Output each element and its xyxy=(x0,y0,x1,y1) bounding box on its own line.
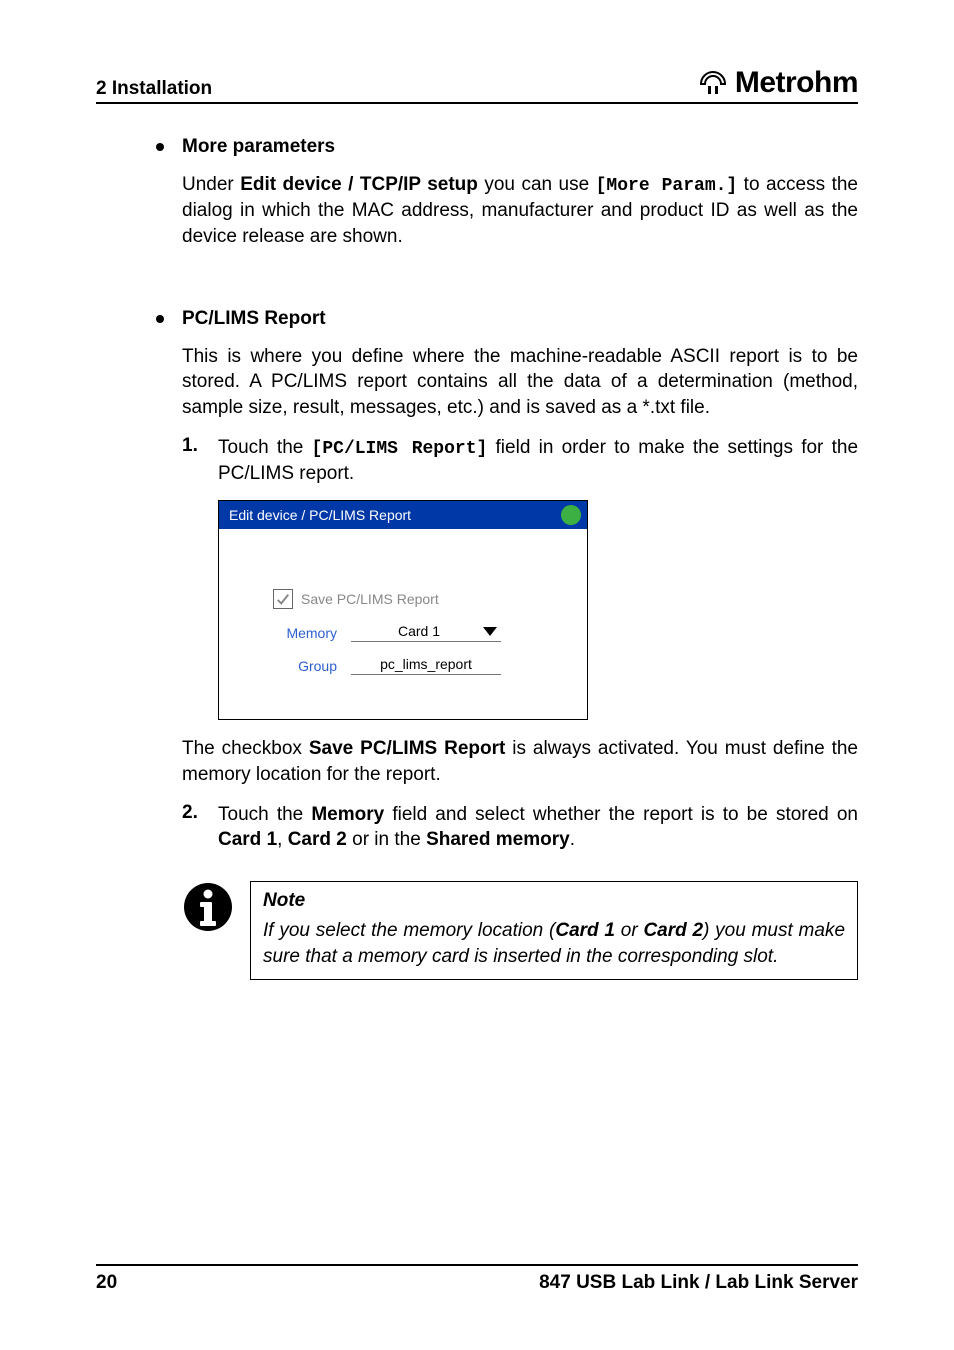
note-block: Note If you select the memory location (… xyxy=(182,881,858,980)
page-number: 20 xyxy=(96,1272,117,1294)
bullet-title-more-parameters: More parameters xyxy=(182,136,335,158)
text-bold: Card 2 xyxy=(288,829,347,850)
text-fragment: If you select the memory location ( xyxy=(263,920,555,941)
group-value: pc_lims_report xyxy=(380,656,472,672)
text-fragment: Touch the xyxy=(218,804,311,825)
step-number: 1. xyxy=(182,435,208,487)
info-icon xyxy=(182,881,234,938)
section-title: 2 Installation xyxy=(96,78,212,100)
text-bold: Save PC/LIMS Report xyxy=(309,738,506,759)
text-mono: [PC/LIMS Report] xyxy=(312,439,488,459)
step-number: 2. xyxy=(182,802,208,853)
step-2: 2. Touch the Memory field and select whe… xyxy=(182,802,858,853)
text-fragment: . xyxy=(570,829,575,850)
checkbox-save-label: Save PC/LIMS Report xyxy=(301,591,439,607)
chevron-down-icon xyxy=(483,627,497,636)
text-fragment: or in the xyxy=(347,829,426,850)
text-bold: Memory xyxy=(311,804,384,825)
note-body: If you select the memory location (Card … xyxy=(263,918,845,969)
memory-dropdown[interactable]: Card 1 xyxy=(351,623,501,642)
check-icon xyxy=(276,592,290,606)
doc-title: 847 USB Lab Link / Lab Link Server xyxy=(539,1272,858,1294)
text-fragment: you can use xyxy=(478,174,596,195)
bullet-pclims: PC/LIMS Report xyxy=(156,308,858,330)
page-footer: 20 847 USB Lab Link / Lab Link Server xyxy=(96,1264,858,1294)
note-title: Note xyxy=(263,890,845,912)
bullet-dot-icon xyxy=(156,143,164,151)
text-bold: Card 1 xyxy=(555,920,615,941)
brand-logo: Metrohm xyxy=(697,66,858,100)
device-titlebar: Edit device / PC/LIMS Report xyxy=(219,501,587,529)
after-screenshot-text: The checkbox Save PC/LIMS Report is alwa… xyxy=(182,736,858,787)
checkbox-save-pclims[interactable] xyxy=(273,589,293,609)
bullet-more-parameters: More parameters xyxy=(156,136,858,158)
group-label: Group xyxy=(249,658,351,674)
device-row-memory: Memory Card 1 xyxy=(249,623,567,642)
group-field[interactable]: pc_lims_report xyxy=(351,656,501,675)
text-fragment: Under xyxy=(182,174,240,195)
device-row-group: Group pc_lims_report xyxy=(249,656,567,675)
device-screenshot: Edit device / PC/LIMS Report Save PC/LIM… xyxy=(218,500,588,720)
text-fragment: Touch the xyxy=(218,437,312,458)
status-dot-icon xyxy=(561,505,581,525)
memory-value: Card 1 xyxy=(355,623,483,639)
page-header: 2 Installation Metrohm xyxy=(96,66,858,104)
text-fragment: The checkbox xyxy=(182,738,309,759)
step-1: 1. Touch the [PC/LIMS Report] field in o… xyxy=(182,435,858,487)
text-fragment: or xyxy=(615,920,643,941)
text-bold: Edit device / TCP/IP setup xyxy=(240,174,478,195)
text-fragment: field and select whether the report is t… xyxy=(384,804,858,825)
brand-name: Metrohm xyxy=(735,66,858,100)
bullet-title-pclims: PC/LIMS Report xyxy=(182,308,326,330)
text-fragment: , xyxy=(277,829,288,850)
text-mono: [More Param.] xyxy=(596,176,738,196)
bullet-dot-icon xyxy=(156,315,164,323)
text-bold: Card 2 xyxy=(643,920,703,941)
memory-label: Memory xyxy=(249,625,351,641)
device-row-save: Save PC/LIMS Report xyxy=(249,589,567,609)
more-parameters-body: Under Edit device / TCP/IP setup you can… xyxy=(182,172,858,250)
brand-icon xyxy=(697,70,729,96)
text-bold: Shared memory xyxy=(426,829,570,850)
pclims-intro: This is where you define where the machi… xyxy=(182,344,858,421)
text-bold: Card 1 xyxy=(218,829,277,850)
device-titlebar-text: Edit device / PC/LIMS Report xyxy=(229,507,411,523)
